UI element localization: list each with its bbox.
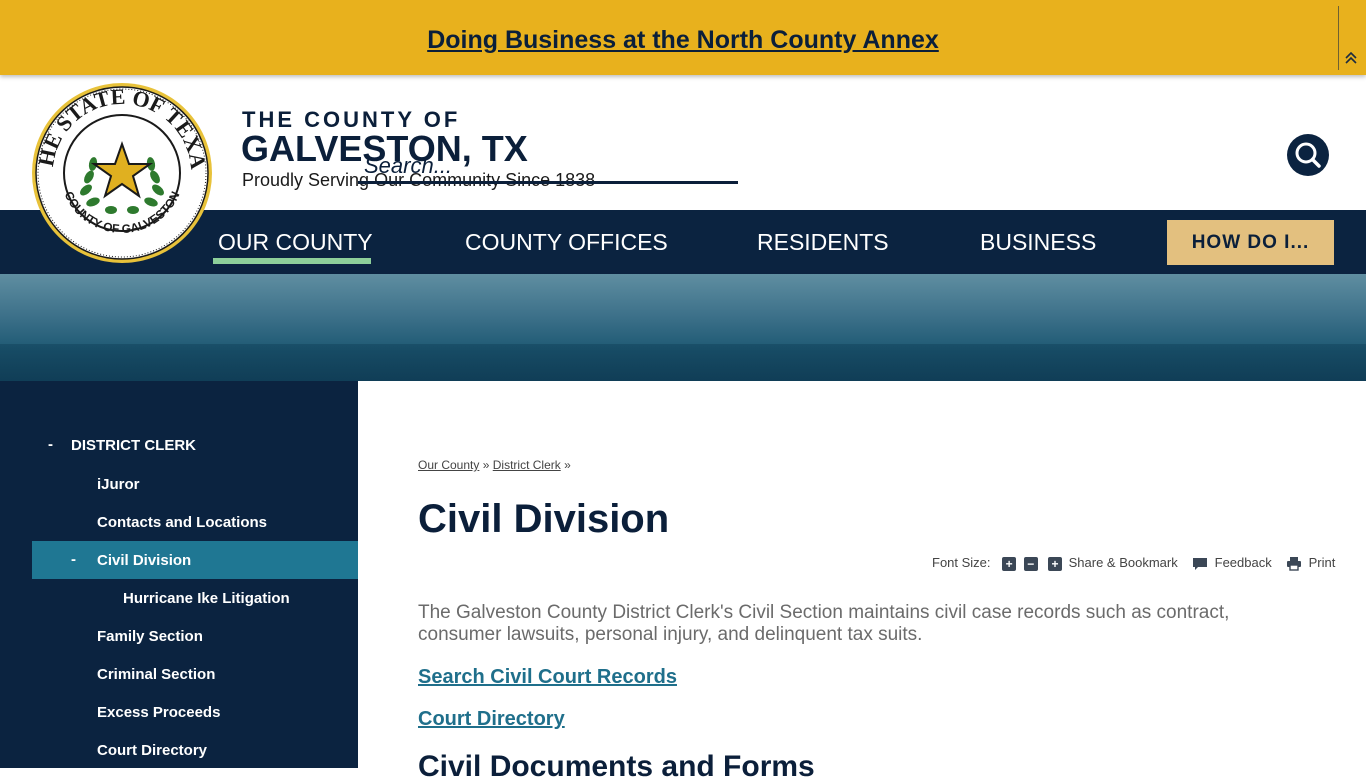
print-label: Print — [1308, 555, 1336, 570]
sidebar-item-civil-division[interactable]: Civil Division — [97, 552, 191, 569]
breadcrumb: Our County » District Clerk » — [418, 458, 571, 472]
sidebar-item-court-directory[interactable]: Court Directory — [97, 742, 207, 759]
comment-icon — [1193, 557, 1207, 570]
share-bookmark-button[interactable]: + Share & Bookmark — [1048, 555, 1178, 571]
collapse-minus-icon[interactable]: - — [71, 551, 76, 568]
section-heading: Civil Documents and Forms — [418, 750, 815, 783]
nav-residents[interactable]: RESIDENTS — [757, 229, 889, 256]
how-do-i-button[interactable]: HOW DO I... — [1167, 220, 1334, 265]
nav-county-offices[interactable]: COUNTY OFFICES — [465, 229, 668, 256]
search-icon — [1295, 142, 1321, 168]
breadcrumb-separator: » — [482, 458, 490, 472]
font-size-control: Font Size: + − — [932, 555, 1038, 571]
search-form — [358, 150, 738, 186]
header-banner-image — [0, 274, 1366, 381]
page-title: Civil Division — [418, 497, 670, 541]
font-increase-button[interactable]: + — [1002, 556, 1017, 571]
sidebar-item-contacts[interactable]: Contacts and Locations — [97, 514, 267, 531]
sidebar-item-hurricane-ike[interactable]: Hurricane Ike Litigation — [123, 590, 290, 607]
alert-link[interactable]: Doing Business at the North County Annex — [0, 26, 1366, 55]
sidebar-item-excess-proceeds[interactable]: Excess Proceeds — [97, 704, 220, 721]
feedback-button[interactable]: Feedback — [1192, 555, 1272, 571]
sidebar-item-district-clerk[interactable]: DISTRICT CLERK — [71, 437, 196, 454]
collapse-minus-icon[interactable]: - — [48, 436, 53, 453]
font-decrease-button[interactable]: − — [1023, 556, 1038, 571]
breadcrumb-our-county[interactable]: Our County — [418, 458, 479, 472]
print-button[interactable]: Print — [1286, 555, 1335, 571]
sidebar-nav: - DISTRICT CLERK iJuror Contacts and Loc… — [0, 381, 358, 768]
share-label: Share & Bookmark — [1068, 555, 1178, 570]
breadcrumb-district-clerk[interactable]: District Clerk — [493, 458, 561, 472]
printer-icon — [1287, 557, 1301, 571]
search-button[interactable] — [1287, 134, 1329, 176]
intro-paragraph: The Galveston County District Clerk's Ci… — [418, 602, 1230, 645]
sidebar-item-criminal-section[interactable]: Criminal Section — [97, 666, 215, 683]
nav-business[interactable]: BUSINESS — [980, 229, 1096, 256]
nav-our-county[interactable]: OUR COUNTY — [218, 229, 373, 256]
nav-active-indicator — [213, 258, 371, 264]
sidebar-item-ijuror[interactable]: iJuror — [97, 476, 140, 493]
chevron-double-up-icon[interactable] — [1343, 50, 1359, 66]
alert-banner: Doing Business at the North County Annex — [0, 0, 1366, 75]
font-size-label: Font Size: — [932, 555, 991, 570]
alert-divider — [1338, 6, 1339, 70]
court-directory-link[interactable]: Court Directory — [418, 708, 565, 731]
breadcrumb-separator: » — [564, 458, 571, 472]
search-input[interactable] — [358, 150, 738, 184]
county-seal-logo[interactable]: THE STATE OF TEXAS COUNTY OF GALVESTON — [31, 82, 213, 264]
sidebar-active-highlight — [32, 541, 358, 579]
sidebar-item-family-section[interactable]: Family Section — [97, 628, 203, 645]
banner-water — [0, 344, 1366, 381]
plus-icon: + — [1048, 556, 1062, 571]
feedback-label: Feedback — [1214, 555, 1272, 570]
search-civil-records-link[interactable]: Search Civil Court Records — [418, 666, 677, 689]
